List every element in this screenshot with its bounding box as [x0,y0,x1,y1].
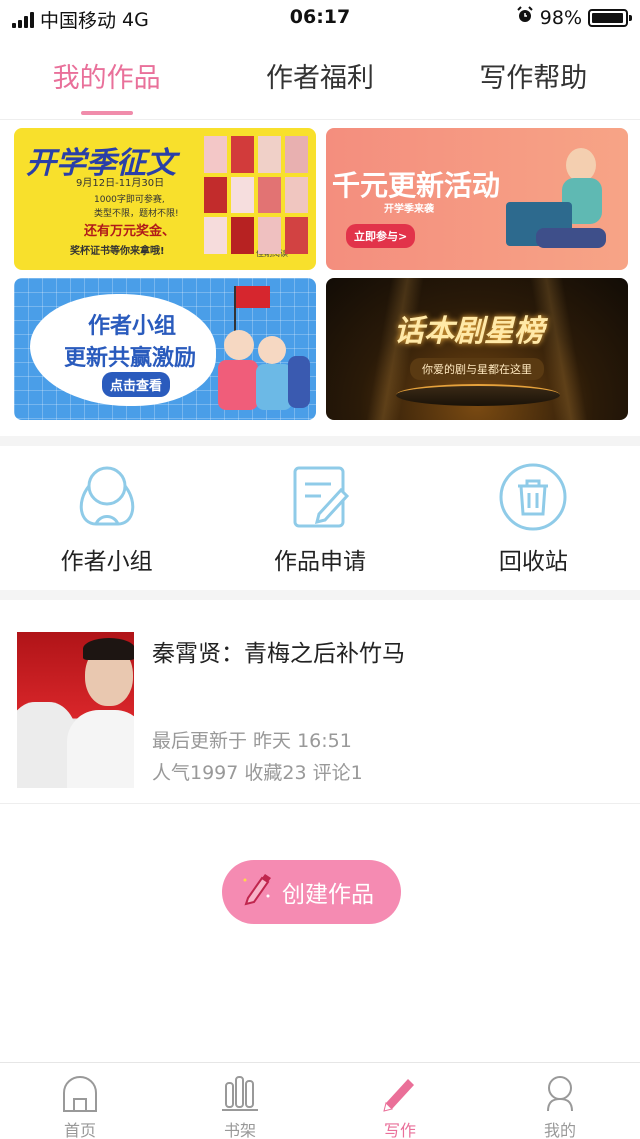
tool-label: 回收站 [498,549,568,575]
banner-title: 作者小组 [88,314,177,339]
pen-icon [242,872,272,912]
status-right: 98% [516,6,632,29]
nav-label: 书架 [223,1121,256,1139]
author-group-icon [72,462,142,532]
top-tabs: 我的作品 作者福利 写作帮助 [0,36,640,120]
photo-collage [204,136,308,254]
bottom-nav: 首页 书架 写作 我的 [0,1062,640,1139]
people-group-illustration [214,286,314,416]
battery-percent: 98% [539,6,582,29]
tool-row: 作者小组 作品申请 回收站 [0,446,640,590]
battery-icon [588,8,632,27]
banner-subtitle: 你爱的剧与星都在这里 [410,358,544,380]
banner-join-button: 立即参与> [346,224,416,248]
tool-author-group[interactable]: 作者小组 [0,446,213,590]
tab-label: 作者福利 [265,63,374,94]
work-cover-image[interactable] [17,632,134,788]
work-title[interactable]: 秦霄贤：青梅之后补竹马 [152,634,405,668]
nav-write[interactable]: 写作 [320,1063,480,1139]
active-tab-indicator [80,111,133,115]
tab-my-works[interactable]: 我的作品 [0,36,213,119]
home-icon [60,1073,100,1113]
stage-platform [396,384,560,406]
banner-drama-star-list[interactable]: 话本剧星榜 你爱的剧与星都在这里 [326,278,628,420]
tool-recycle-bin[interactable]: 回收站 [427,446,640,590]
apply-edit-icon [285,462,355,532]
section-divider [0,436,640,446]
trash-icon [498,462,568,532]
tab-writing-help[interactable]: 写作帮助 [427,36,640,119]
tab-label: 写作帮助 [479,63,588,94]
banner-title: 千元更新活动 [332,169,501,202]
work-last-updated: 最后更新于 昨天 16:51 [152,730,352,752]
nav-bookshelf[interactable]: 书架 [160,1063,320,1139]
alarm-icon [516,6,534,29]
banner-date: 9月12日-11月30日 [76,178,165,189]
banner-grid: 开学季征文 9月12日-11月30日 1000字即可参赛, 类型不限，题材不限!… [14,128,628,420]
work-card[interactable]: 秦霄贤：青梅之后补竹马 最后更新于 昨天 16:51 人气1997 收藏23 评… [0,600,640,804]
create-button-label: 创建作品 [282,882,374,908]
reading-person-illustration [506,148,616,258]
tab-label: 我的作品 [52,63,161,94]
banner-subtitle: 更新共赢激励 [64,346,197,371]
banner-view-button: 点击查看 [102,372,171,397]
banner-subtitle: 开学季来袭 [384,204,434,215]
nav-home[interactable]: 首页 [0,1063,160,1139]
section-divider [0,590,640,600]
banner-title: 话本剧星榜 [394,314,544,349]
create-work-button[interactable]: 创建作品 [222,860,401,924]
write-pen-icon [380,1073,420,1113]
banner-author-group[interactable]: 作者小组 更新共赢激励 点击查看 [14,278,316,420]
tab-author-benefits[interactable]: 作者福利 [213,36,426,119]
banner-update-event[interactable]: 千元更新活动 开学季来袭 立即参与> [326,128,628,270]
profile-icon [540,1073,580,1113]
nav-label: 首页 [63,1121,96,1139]
banner-line: 1000字即可参赛, [94,195,165,205]
banner-line: 还有万元奖金、 [84,224,176,239]
tool-work-apply[interactable]: 作品申请 [213,446,426,590]
tool-label: 作品申请 [273,549,366,575]
nav-profile[interactable]: 我的 [480,1063,640,1139]
banner-back-to-school-contest[interactable]: 开学季征文 9月12日-11月30日 1000字即可参赛, 类型不限，题材不限!… [14,128,316,270]
nav-label: 写作 [383,1121,416,1139]
nav-label: 我的 [543,1121,576,1139]
status-bar: 中国移动 4G 06:17 98% [0,0,640,36]
banner-line: 类型不限，题材不限! [94,209,179,219]
banner-line: 奖杯证书等你来拿哦! [70,246,165,257]
tool-label: 作者小组 [60,549,153,575]
bookshelf-icon [220,1073,260,1113]
work-stats: 人气1997 收藏23 评论1 [152,762,363,784]
